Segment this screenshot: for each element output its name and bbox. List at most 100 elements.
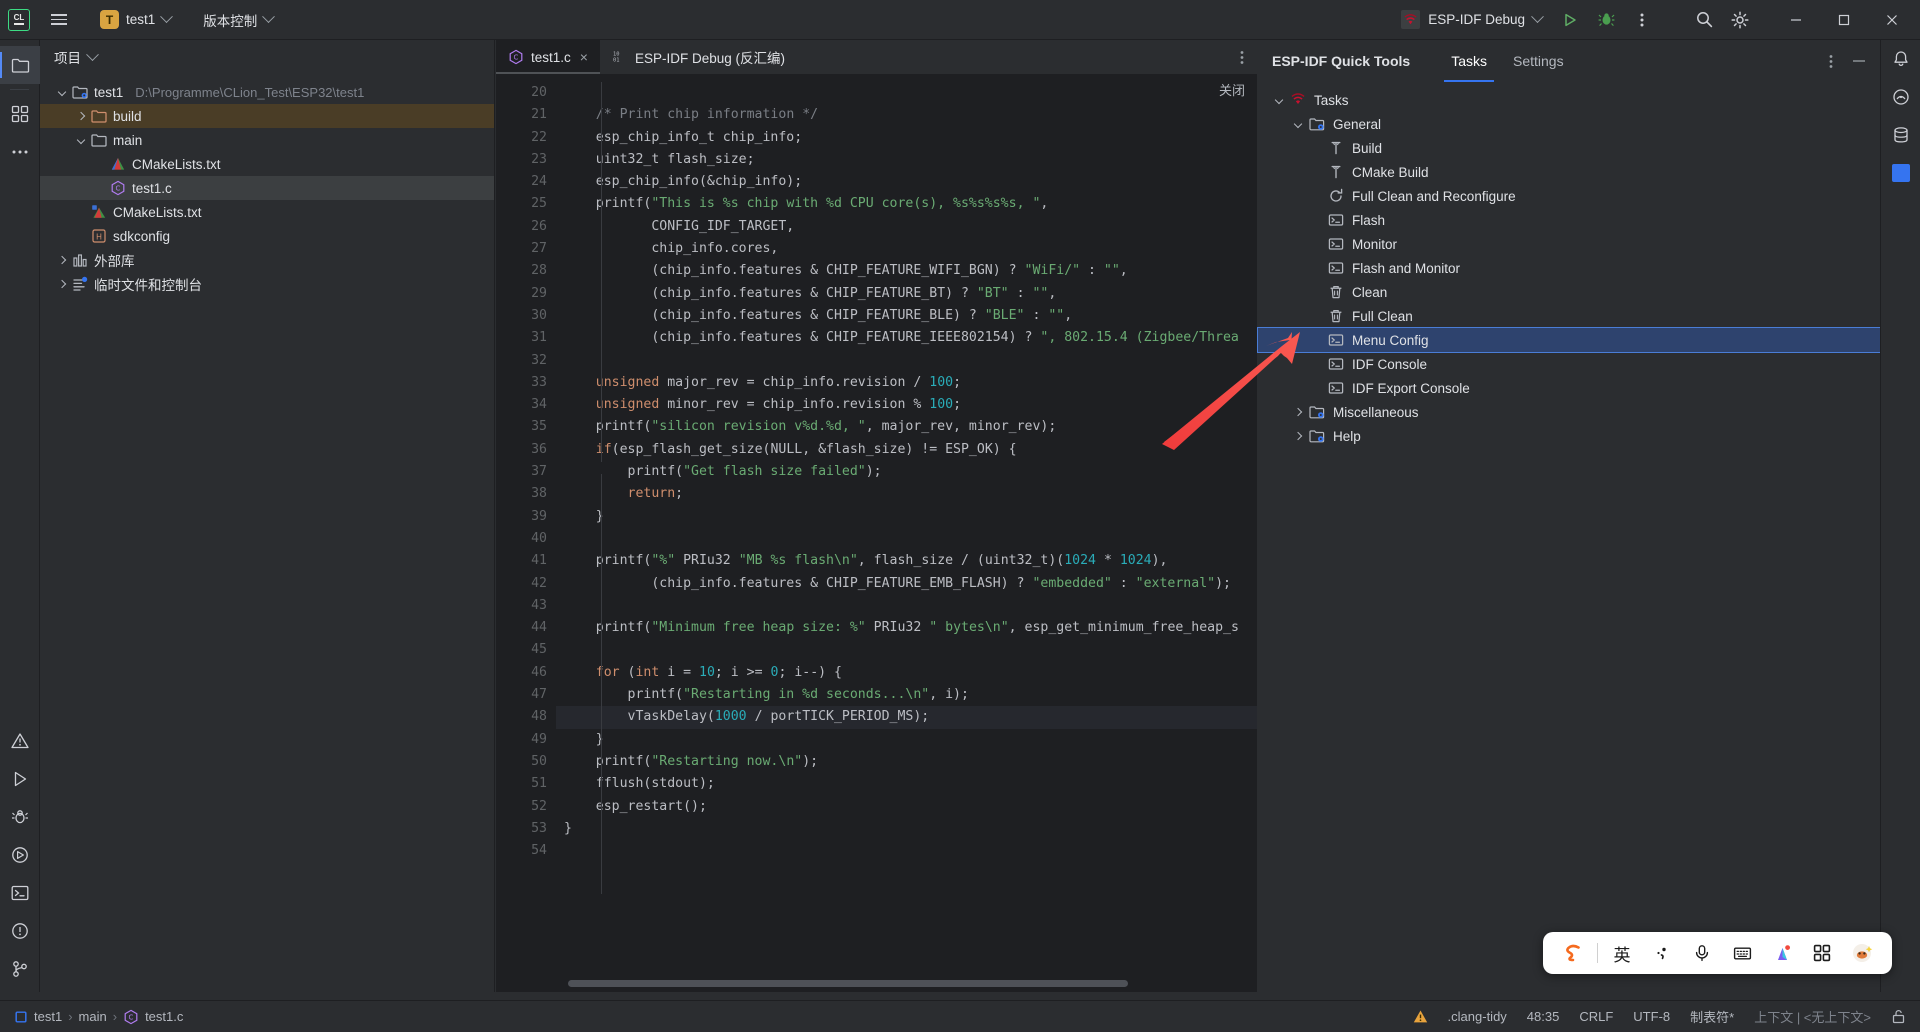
task-item-idfexportconsole[interactable]: IDF Export Console — [1258, 376, 1880, 400]
panel-options-icon[interactable] — [1818, 48, 1844, 74]
close-notification-link[interactable]: 关闭 — [1219, 80, 1245, 99]
more-actions-button[interactable] — [1626, 4, 1658, 36]
task-item-monitor[interactable]: Monitor — [1258, 232, 1880, 256]
project-tree-item-build[interactable]: build — [40, 104, 494, 128]
hide-panel-icon[interactable] — [1846, 48, 1872, 74]
task-item-miscellaneous[interactable]: Miscellaneous — [1258, 400, 1880, 424]
task-item-general[interactable]: General — [1258, 112, 1880, 136]
close-icon[interactable]: × — [580, 49, 588, 65]
ime-floating-toolbar[interactable]: 英 — [1543, 932, 1892, 974]
project-tree-item-test1[interactable]: test1 D:\Programme\CLion_Test\ESP32\test1 — [40, 80, 494, 104]
chevron-right-icon[interactable] — [54, 279, 70, 289]
project-tree-item-main[interactable]: main — [40, 128, 494, 152]
editor-more-actions-icon[interactable] — [1227, 40, 1257, 74]
project-tree-item-label: 临时文件和控制台 — [94, 278, 202, 293]
run-button[interactable] — [1554, 4, 1586, 36]
microphone-icon[interactable] — [1682, 932, 1722, 974]
editor-tab-espidfdebug[interactable]: 10 01 ESP-IDF Debug (反汇编) — [600, 40, 797, 74]
avatar-icon[interactable] — [1842, 932, 1882, 974]
chevron-down-icon[interactable] — [1270, 95, 1287, 105]
context-label[interactable]: 上下文 | <无上下文> — [1754, 1007, 1871, 1026]
project-selector[interactable]: T test1 — [92, 7, 179, 32]
indent-setting[interactable]: 制表符* — [1690, 1007, 1734, 1026]
debug-button[interactable] — [1590, 4, 1622, 36]
sidebar-item-esp-idf[interactable] — [1881, 154, 1920, 192]
sidebar-item-version-control[interactable] — [0, 950, 40, 988]
breadcrumb-item-test1[interactable]: test1 — [14, 1009, 62, 1024]
task-item-flashandmonitor[interactable]: Flash and Monitor — [1258, 256, 1880, 280]
task-item-build[interactable]: Build — [1258, 136, 1880, 160]
sidebar-item-problems[interactable] — [0, 722, 40, 760]
task-item-cmakebuild[interactable]: CMake Build — [1258, 160, 1880, 184]
sidebar-item-notifications[interactable] — [0, 912, 40, 950]
task-item-help[interactable]: Help — [1258, 424, 1880, 448]
editor-code-content[interactable]: /* Print chip information */ esp_chip_in… — [564, 82, 1257, 862]
project-tree-item-test1c[interactable]: Ctest1.c — [40, 176, 494, 200]
run-configuration-selector[interactable]: ESP-IDF Debug — [1393, 6, 1550, 33]
editor-horizontal-scrollbar[interactable] — [568, 980, 1128, 987]
main-menu-button[interactable] — [42, 5, 76, 35]
sidebar-item-structure[interactable] — [0, 95, 40, 133]
warning-icon[interactable] — [1413, 1009, 1428, 1024]
chevron-down-icon[interactable] — [54, 87, 70, 97]
editor-tab-test1c[interactable]: Ctest1.c × — [496, 40, 600, 74]
project-tree-item-[interactable]: 外部库 — [40, 248, 494, 272]
chevron-down-icon[interactable] — [73, 135, 89, 145]
quick-tools-task-tree: Tasks General Build CMake Build Full Clean a… — [1257, 82, 1881, 448]
file-encoding[interactable]: UTF-8 — [1633, 1009, 1670, 1024]
keyboard-icon[interactable] — [1722, 932, 1762, 974]
ime-mode-toggle[interactable]: 英 — [1602, 932, 1642, 974]
project-tree-item-sdkconfig[interactable]: Hsdkconfig — [40, 224, 494, 248]
sidebar-item-ai-assistant[interactable] — [1881, 78, 1920, 116]
line-number: 20 — [531, 85, 547, 100]
task-item-clean[interactable]: Clean — [1258, 280, 1880, 304]
sidebar-item-debug[interactable] — [0, 798, 40, 836]
vcs-menu-button[interactable]: 版本控制 — [197, 7, 279, 33]
sidebar-item-notifications-right[interactable] — [1881, 40, 1920, 78]
sidebar-item-database[interactable] — [1881, 116, 1920, 154]
punctuation-icon[interactable] — [1642, 932, 1682, 974]
sidebar-item-run[interactable] — [0, 760, 40, 798]
chevron-down-icon[interactable] — [86, 47, 99, 61]
editor-body[interactable]: 关闭 20 21 22 23 24 25 26 27 28 29 30 31 32 33 34 35 36 37 3… — [496, 74, 1257, 992]
project-tree-item-cmakeliststxt[interactable]: CMakeLists.txt — [40, 200, 494, 224]
sidebar-item-project[interactable] — [0, 46, 40, 84]
task-item-fullclean[interactable]: Full Clean — [1258, 304, 1880, 328]
chevron-right-icon[interactable] — [1289, 407, 1306, 417]
gear-icon[interactable] — [1724, 4, 1756, 36]
apps-icon[interactable] — [1802, 932, 1842, 974]
breadcrumb-item-main[interactable]: main — [79, 1009, 107, 1024]
chevron-right-icon[interactable] — [54, 255, 70, 265]
task-item-fullcleanandreconfigure[interactable]: Full Clean and Reconfigure — [1258, 184, 1880, 208]
caret-position[interactable]: 48:35 — [1527, 1009, 1560, 1024]
line-separator[interactable]: CRLF — [1579, 1009, 1613, 1024]
colorpicker-icon[interactable] — [1762, 932, 1802, 974]
chevron-right-icon[interactable] — [1289, 431, 1306, 441]
task-item-idfconsole[interactable]: IDF Console — [1258, 352, 1880, 376]
unlocked-icon[interactable] — [1891, 1009, 1906, 1024]
search-icon[interactable] — [1688, 4, 1720, 36]
task-item-flash[interactable]: Flash — [1258, 208, 1880, 232]
library-icon — [70, 252, 90, 268]
main-toolbar: CL T test1 版本控制 ESP-IDF Debug — [0, 0, 1920, 40]
tab-tasks[interactable]: Tasks — [1438, 40, 1500, 82]
task-item-tasks[interactable]: Tasks — [1258, 88, 1880, 112]
sidebar-item-more[interactable] — [0, 133, 40, 171]
sidebar-item-terminal[interactable] — [0, 874, 40, 912]
maximize-button[interactable] — [1822, 0, 1866, 40]
inspection-profile[interactable]: .clang-tidy — [1448, 1009, 1507, 1024]
breadcrumb-item-test1c[interactable]: Ctest1.c — [123, 1009, 183, 1025]
tab-settings[interactable]: Settings — [1500, 40, 1577, 82]
chevron-down-icon[interactable] — [1289, 119, 1306, 129]
line-number: 30 — [531, 307, 547, 323]
sidebar-item-services[interactable] — [0, 836, 40, 874]
chevron-right-icon[interactable] — [73, 111, 89, 121]
task-item-menuconfig[interactable]: Menu Config — [1257, 327, 1881, 353]
project-tree-item-cmakeliststxt[interactable]: CMakeLists.txt — [40, 152, 494, 176]
project-tree-item-[interactable]: 临时文件和控制台 — [40, 272, 494, 296]
task-item-label: Clean — [1352, 284, 1388, 300]
sogou-logo-icon[interactable] — [1553, 932, 1593, 974]
close-button[interactable] — [1870, 0, 1914, 40]
minimize-button[interactable] — [1774, 0, 1818, 40]
code-line: printf("Minimum free heap size: %" PRIu3… — [564, 620, 1239, 636]
